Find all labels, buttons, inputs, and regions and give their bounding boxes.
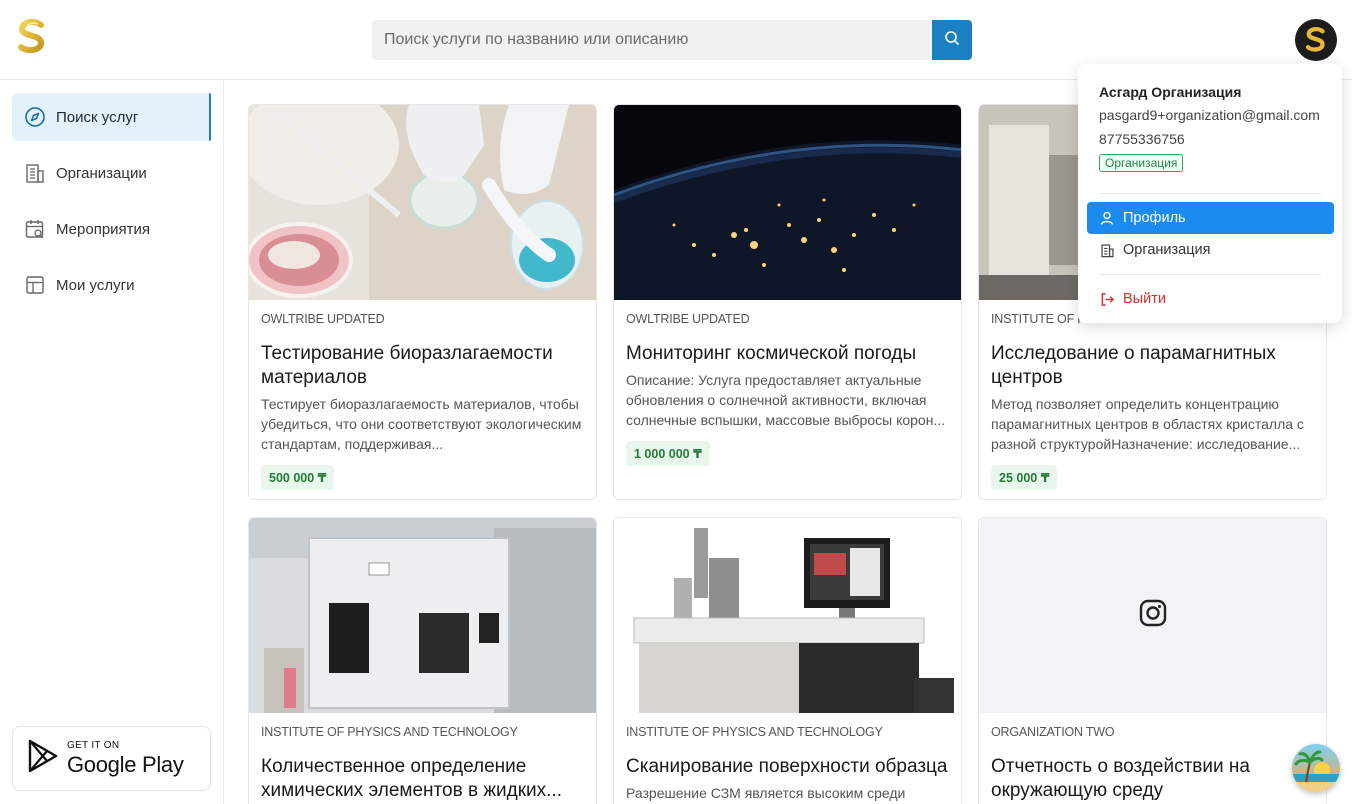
- sidebar-item-label: Мероприятия: [56, 220, 151, 238]
- google-play-icon: [27, 739, 59, 778]
- price-badge: 1 000 000 ₸: [626, 441, 710, 466]
- sidebar-item-my-services[interactable]: Мои услуги: [12, 261, 211, 309]
- google-play-badge[interactable]: GET IT ON Google Play: [12, 726, 211, 791]
- user-avatar[interactable]: [1295, 19, 1337, 61]
- card-organization: INSTITUTE OF PHYSICS AND TECHNOLOGY: [626, 725, 883, 739]
- service-image: [249, 518, 596, 713]
- menu-item-label: Профиль: [1123, 210, 1186, 226]
- search-bar: [372, 20, 972, 60]
- service-card[interactable]: ORGANIZATION TWO Отчетность о воздействи…: [978, 517, 1327, 804]
- service-image: [249, 105, 596, 300]
- store-badge-name: Google Play: [67, 752, 184, 777]
- store-badge-small-text: GET IT ON: [67, 740, 120, 751]
- search-button[interactable]: [932, 20, 972, 60]
- card-title: Мониторинг космической погоды: [626, 343, 917, 364]
- logout-icon: [1099, 291, 1115, 307]
- card-title: Количественное определение химических эл…: [261, 756, 562, 801]
- instagram-icon: [1139, 599, 1167, 632]
- user-menu-dropdown: Асгард Организация pasgard9+organization…: [1078, 64, 1342, 323]
- service-card[interactable]: INSTITUTE OF PHYSICS AND TECHNOLOGY Коли…: [248, 517, 597, 804]
- service-card[interactable]: INSTITUTE OF PHYSICS AND TECHNOLOGY Скан…: [613, 517, 962, 804]
- service-image-placeholder: [979, 518, 1326, 713]
- card-description: Описание: Услуга предоставляет актуальны…: [626, 372, 946, 428]
- user-name: Асгард Организация: [1099, 84, 1242, 100]
- card-description: Метод позволяет определить концентрацию …: [991, 396, 1304, 452]
- service-card[interactable]: OWLTRIBE UPDATED Мониторинг космической …: [613, 104, 962, 500]
- card-title: Тестирование биоразлагаемости материалов: [261, 343, 553, 388]
- role-badge: Организация: [1099, 154, 1184, 172]
- building-icon: [24, 162, 46, 184]
- sidebar-item-label: Мои услуги: [56, 276, 135, 294]
- search-input[interactable]: [372, 20, 932, 60]
- menu-item-label: Выйти: [1123, 291, 1166, 307]
- card-title: Исследование о парамагнитных центров: [991, 343, 1276, 388]
- card-title: Отчетность о воздействии на окружающую с…: [991, 756, 1250, 801]
- floating-assistant-button[interactable]: [1292, 744, 1340, 792]
- user-phone: 87755336756: [1099, 131, 1185, 147]
- menu-item-organization[interactable]: Организация: [1087, 234, 1334, 266]
- menu-item-logout[interactable]: Выйти: [1087, 283, 1334, 315]
- card-organization: INSTITUTE OF PHYSICS AND TECHNOLOGY: [261, 725, 518, 739]
- menu-divider: [1099, 193, 1321, 194]
- sidebar-item-events[interactable]: Мероприятия: [12, 205, 211, 253]
- service-image: [614, 105, 961, 300]
- sidebar-item-service-search[interactable]: Поиск услуг: [12, 93, 211, 141]
- card-organization: OWLTRIBE UPDATED: [261, 312, 385, 326]
- sidebar: Поиск услуг Организации Мероприятия Мои …: [0, 80, 224, 804]
- card-title: Сканирование поверхности образца: [626, 756, 948, 777]
- price-badge: 500 000 ₸: [261, 465, 335, 490]
- sidebar-item-label: Организации: [56, 164, 147, 182]
- user-icon: [1099, 210, 1115, 226]
- service-card[interactable]: OWLTRIBE UPDATED Тестирование биоразлага…: [248, 104, 597, 500]
- user-email: pasgard9+organization@gmail.com: [1099, 107, 1320, 123]
- service-image: [614, 518, 961, 713]
- compass-icon: [24, 106, 46, 128]
- sidebar-item-organizations[interactable]: Организации: [12, 149, 211, 197]
- menu-divider: [1099, 274, 1321, 275]
- building-icon: [1099, 242, 1115, 258]
- search-icon: [944, 30, 960, 51]
- menu-item-label: Организация: [1123, 242, 1211, 258]
- price-badge: 25 000 ₸: [991, 465, 1058, 490]
- card-description: Разрешение СЗМ является высоким среди: [626, 785, 906, 801]
- calendar-search-icon: [24, 218, 46, 240]
- card-organization: ORGANIZATION TWO: [991, 725, 1115, 739]
- card-description: Тестирует биоразлагаемость материалов, ч…: [261, 396, 582, 452]
- sidebar-item-label: Поиск услуг: [56, 108, 139, 126]
- app-logo[interactable]: [14, 18, 50, 56]
- card-organization: OWLTRIBE UPDATED: [626, 312, 750, 326]
- menu-item-profile[interactable]: Профиль: [1087, 202, 1334, 234]
- layout-icon: [24, 274, 46, 296]
